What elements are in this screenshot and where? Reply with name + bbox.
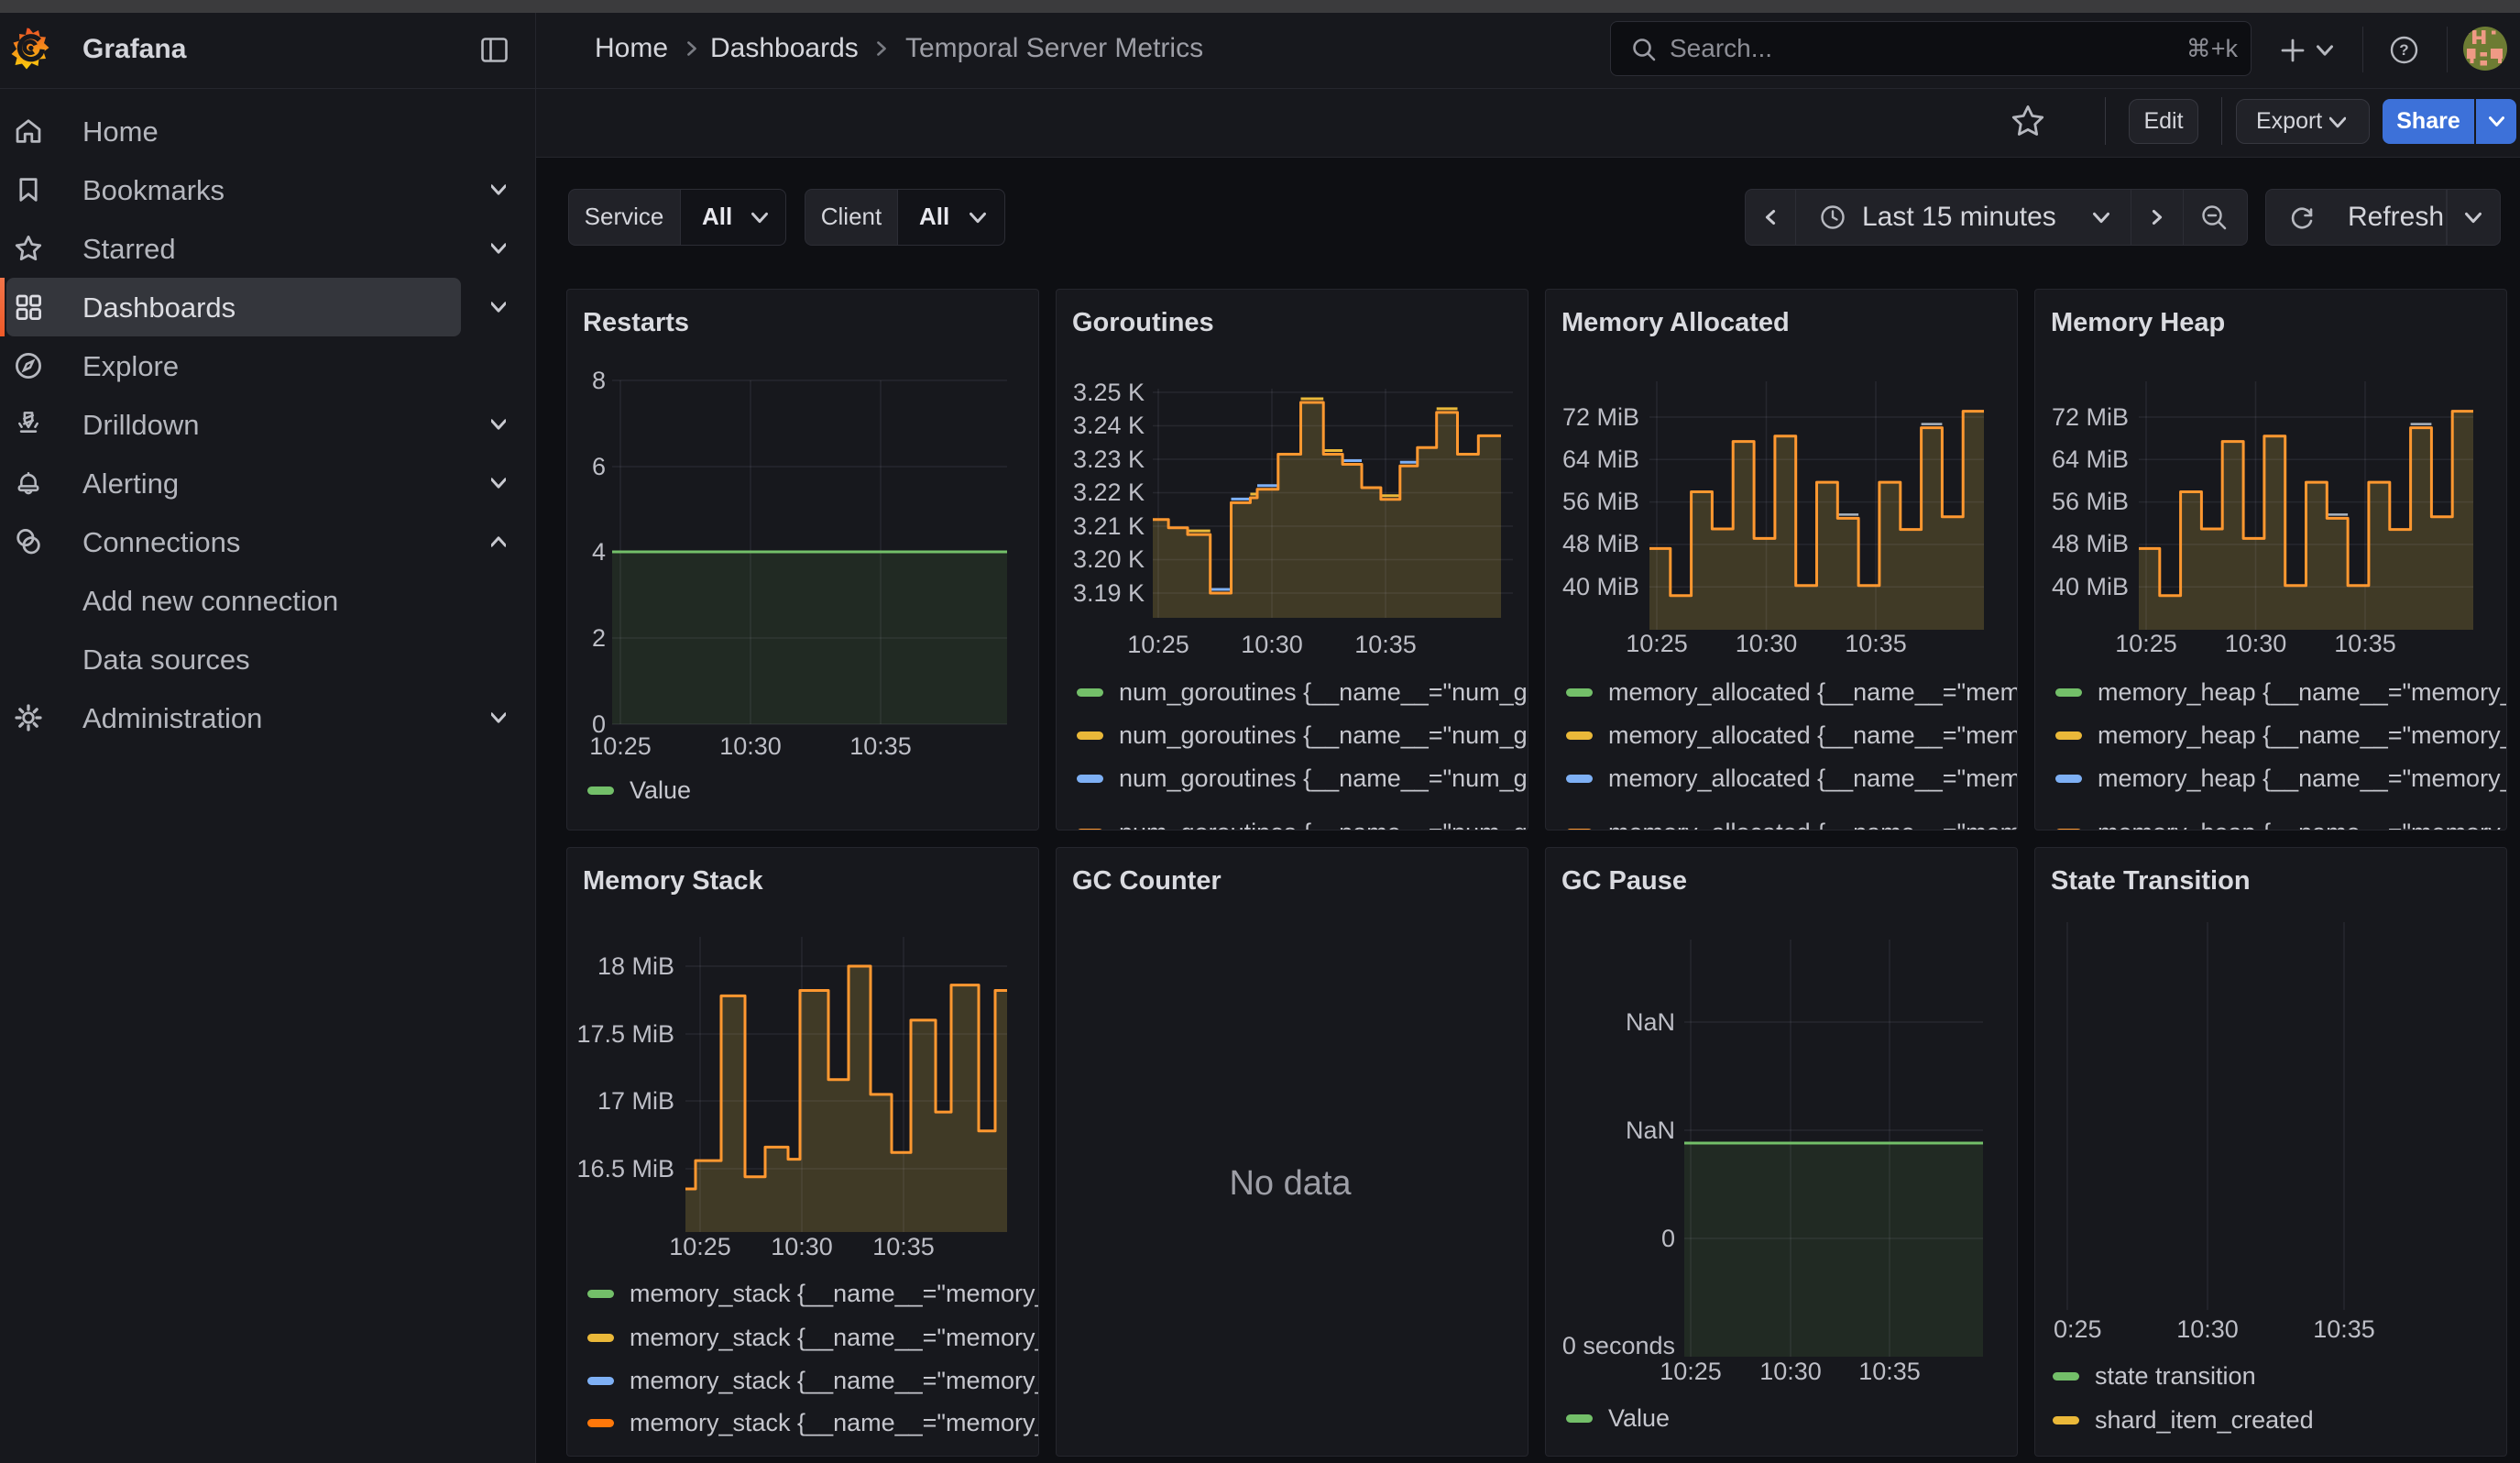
svg-text:?: ? [2399, 41, 2408, 59]
